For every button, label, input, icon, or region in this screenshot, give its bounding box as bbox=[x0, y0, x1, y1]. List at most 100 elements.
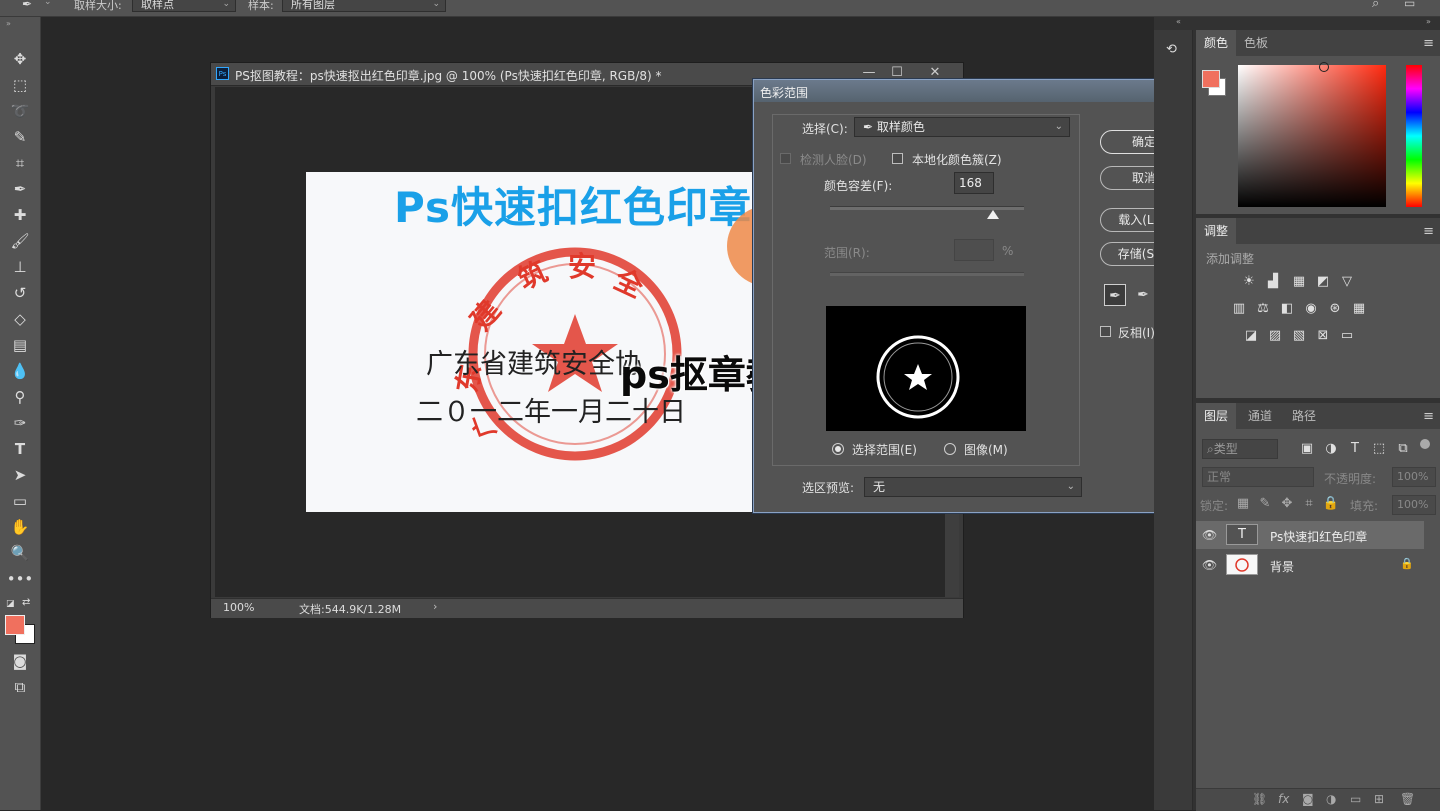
adjustment-filter-icon[interactable]: ◑ bbox=[1322, 440, 1340, 458]
lock-artboard-icon[interactable]: ⌗ bbox=[1300, 495, 1318, 513]
lock-position-icon[interactable]: ✥ bbox=[1278, 495, 1296, 513]
exposure-icon[interactable]: ◩ bbox=[1314, 273, 1332, 291]
panel-menu-icon[interactable]: ≡ bbox=[1423, 224, 1434, 239]
smart-filter-icon[interactable]: ⧉ bbox=[1394, 440, 1412, 458]
eyedropper-tool-icon[interactable]: ✒ bbox=[22, 0, 32, 11]
detect-faces-checkbox[interactable] bbox=[780, 153, 791, 164]
history-icon[interactable]: ⟲ bbox=[1166, 42, 1177, 57]
default-colors-icon[interactable]: ◪ bbox=[6, 599, 15, 609]
workspace-icon[interactable]: ▭ bbox=[1404, 0, 1415, 10]
chevron-right-icon[interactable]: › bbox=[433, 600, 437, 613]
stamp-tool-icon[interactable]: ⊥ bbox=[8, 256, 32, 278]
fuzziness-slider-thumb[interactable] bbox=[986, 210, 999, 219]
pixel-filter-icon[interactable]: ▣ bbox=[1298, 440, 1316, 458]
panel-menu-icon[interactable]: ≡ bbox=[1423, 409, 1434, 424]
filter-toggle[interactable] bbox=[1420, 439, 1430, 449]
opacity-input[interactable]: 100% bbox=[1392, 467, 1436, 487]
tab-layers[interactable]: 图层 bbox=[1196, 403, 1237, 429]
eyedropper-icon[interactable]: ✒ bbox=[1104, 284, 1126, 306]
blur-tool-icon[interactable]: 💧 bbox=[8, 360, 32, 382]
layer-row-text[interactable]: 👁 T Ps快速扣红色印章 bbox=[1196, 521, 1424, 549]
screen-mode-icon[interactable]: ⧉ bbox=[8, 676, 32, 698]
zoom-tool-icon[interactable]: 🔍 bbox=[8, 542, 32, 564]
invert-adjust-icon[interactable]: ◪ bbox=[1242, 327, 1260, 345]
black-white-icon[interactable]: ◧ bbox=[1278, 300, 1296, 318]
selection-preview-select[interactable]: 无 ⌄ bbox=[864, 477, 1082, 497]
gradient-tool-icon[interactable]: ▤ bbox=[8, 334, 32, 356]
layer-row-background[interactable]: 👁 背景 🔒 bbox=[1196, 551, 1424, 579]
dialog-titlebar[interactable]: 色彩范围 ✕ bbox=[754, 80, 1203, 102]
threshold-icon[interactable]: ▧ bbox=[1290, 327, 1308, 345]
color-balance-icon[interactable]: ⚖ bbox=[1254, 300, 1272, 318]
color-picker-marker[interactable] bbox=[1319, 62, 1329, 72]
curves-icon[interactable]: ▦ bbox=[1290, 273, 1308, 291]
fuzziness-input[interactable]: 168 bbox=[954, 172, 994, 194]
swap-colors-icon[interactable]: ⇄ bbox=[22, 597, 30, 608]
type-filter-icon[interactable]: T bbox=[1346, 440, 1364, 458]
channel-mixer-icon[interactable]: ⊛ bbox=[1326, 300, 1344, 318]
lock-transparent-icon[interactable]: ▦ bbox=[1234, 495, 1252, 513]
link-layers-icon[interactable]: ⛓ bbox=[1252, 792, 1267, 806]
quick-select-tool-icon[interactable]: ✎ bbox=[8, 126, 32, 148]
tab-channels[interactable]: 通道 bbox=[1240, 403, 1280, 429]
delete-layer-icon[interactable]: 🗑 bbox=[1400, 792, 1415, 806]
tab-swatches[interactable]: 色板 bbox=[1236, 30, 1276, 56]
tab-adjustments[interactable]: 调整 bbox=[1196, 218, 1237, 244]
shape-filter-icon[interactable]: ⬚ bbox=[1370, 440, 1388, 458]
selective-color-icon[interactable]: ⊠ bbox=[1314, 327, 1332, 345]
selection-radio[interactable] bbox=[832, 443, 844, 455]
brush-tool-icon[interactable]: 🖌 bbox=[8, 230, 32, 252]
tool-preset-chevron-icon[interactable]: ⌄ bbox=[44, 0, 52, 7]
document-image[interactable]: 建 筑 安 全 东 广 Ps快速扣红色印章 广东省建筑安全协 二０一二年一月二十… bbox=[306, 172, 754, 512]
zoom-level[interactable]: 100% bbox=[223, 601, 254, 614]
lock-all-icon[interactable]: 🔒 bbox=[1322, 495, 1340, 513]
layer-name[interactable]: 背景 bbox=[1270, 558, 1294, 575]
lasso-tool-icon[interactable]: ➰ bbox=[8, 100, 32, 122]
layer-name[interactable]: Ps快速扣红色印章 bbox=[1270, 528, 1367, 545]
color-lookup-icon[interactable]: ▦ bbox=[1350, 300, 1368, 318]
gradient-map-icon[interactable]: ▭ bbox=[1338, 327, 1356, 345]
foreground-color-swatch[interactable] bbox=[1202, 70, 1220, 88]
more-tools-icon[interactable]: ••• bbox=[7, 568, 34, 590]
sample-size-select[interactable]: 取样点 ⌄ bbox=[132, 0, 236, 12]
collapse-icon[interactable]: » bbox=[6, 19, 11, 28]
eraser-tool-icon[interactable]: ◇ bbox=[8, 308, 32, 330]
rectangle-tool-icon[interactable]: ▭ bbox=[8, 490, 32, 512]
hand-tool-icon[interactable]: ✋ bbox=[8, 516, 32, 538]
color-picker-field[interactable] bbox=[1238, 65, 1386, 207]
panel-menu-icon[interactable]: ≡ bbox=[1423, 36, 1434, 51]
new-group-icon[interactable]: ▭ bbox=[1350, 792, 1361, 806]
levels-icon[interactable]: ▟ bbox=[1264, 273, 1282, 291]
invert-checkbox[interactable] bbox=[1100, 326, 1111, 337]
kind-filter-select[interactable]: ⌕类型 bbox=[1202, 439, 1278, 459]
brightness-icon[interactable]: ☀ bbox=[1240, 273, 1258, 291]
history-brush-icon[interactable]: ↺ bbox=[8, 282, 32, 304]
search-icon[interactable]: ⌕ bbox=[1372, 0, 1379, 11]
path-select-icon[interactable]: ➤ bbox=[8, 464, 32, 486]
localized-clusters-checkbox[interactable] bbox=[892, 153, 903, 164]
layer-style-icon[interactable]: fx bbox=[1278, 792, 1289, 806]
new-layer-icon[interactable]: ⊞ bbox=[1374, 792, 1384, 806]
quick-mask-icon[interactable]: ◙ bbox=[8, 650, 32, 672]
pen-tool-icon[interactable]: ✑ bbox=[8, 412, 32, 434]
healing-brush-icon[interactable]: ✚ bbox=[8, 204, 32, 226]
add-eyedropper-icon[interactable]: ✒ bbox=[1132, 284, 1154, 306]
tab-color[interactable]: 颜色 bbox=[1196, 30, 1237, 56]
lock-pixels-icon[interactable]: ✎ bbox=[1256, 495, 1274, 513]
vibrance-icon[interactable]: ▽ bbox=[1338, 273, 1356, 291]
move-tool-icon[interactable]: ✥ bbox=[8, 48, 32, 70]
tab-paths[interactable]: 路径 bbox=[1284, 403, 1324, 429]
foreground-color-swatch[interactable] bbox=[5, 615, 25, 635]
image-radio[interactable] bbox=[944, 443, 956, 455]
posterize-icon[interactable]: ▨ bbox=[1266, 327, 1284, 345]
photo-filter-icon[interactable]: ◉ bbox=[1302, 300, 1320, 318]
select-dropdown[interactable]: ✒ 取样颜色 ⌄ bbox=[854, 117, 1070, 137]
eyedropper-tool-icon[interactable]: ✒ bbox=[8, 178, 32, 200]
new-adjustment-icon[interactable]: ◑ bbox=[1326, 792, 1336, 806]
visibility-eye-icon[interactable]: 👁 bbox=[1202, 558, 1217, 572]
expand-icon[interactable]: » bbox=[1426, 17, 1431, 26]
blend-mode-select[interactable]: 正常 bbox=[1202, 467, 1314, 487]
type-tool-icon[interactable]: T bbox=[8, 438, 32, 460]
sample-select[interactable]: 所有图层 ⌄ bbox=[282, 0, 446, 12]
add-mask-icon[interactable]: ◙ bbox=[1302, 792, 1314, 806]
